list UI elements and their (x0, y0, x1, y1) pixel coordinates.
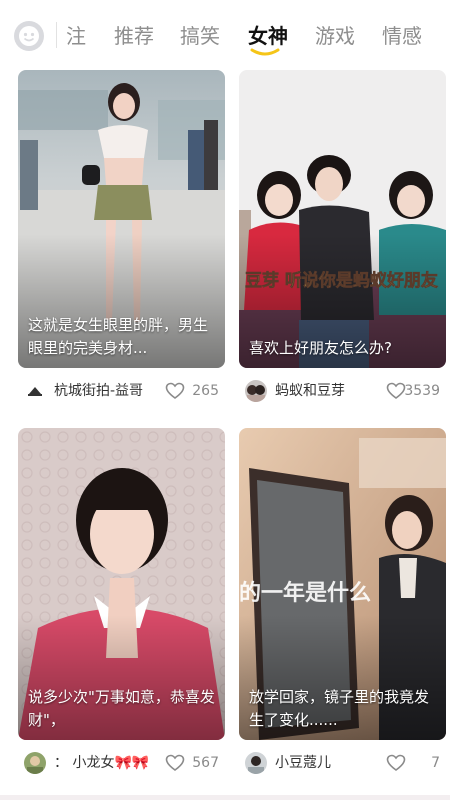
profile-avatar-button[interactable] (14, 21, 44, 51)
card-meta: 小豆蔻儿 7 (239, 750, 446, 776)
like-count: 3539 (404, 383, 440, 399)
next-row-peek (0, 795, 450, 800)
feed-card[interactable]: 的一年是什么 放学回家，镜子里的我竟发生了变化...... 小豆蔻儿 7 (239, 428, 446, 784)
card-caption: 喜欢上好朋友怎么办? (249, 339, 392, 357)
card-caption: 说多少次"万事如意，恭喜发财"， (28, 688, 215, 729)
heart-icon[interactable] (165, 753, 185, 773)
heart-icon[interactable] (165, 381, 185, 401)
tab-games[interactable]: 游戏 (315, 20, 355, 52)
face-icon (19, 26, 39, 46)
like-count: 7 (431, 755, 440, 771)
video-subtitle-overlay: 的一年是什么 (239, 580, 371, 606)
top-tab-bar: 注 推荐 搞笑 女神 游戏 情感 (0, 0, 450, 66)
tab-divider (56, 22, 57, 48)
author-avatar[interactable] (245, 752, 267, 774)
card-caption: 放学回家，镜子里的我竟发生了变化...... (249, 688, 430, 729)
author-name[interactable]: 小豆蔻儿 (275, 752, 331, 774)
tab-emotion[interactable]: 情感 (382, 20, 422, 52)
author-avatar[interactable] (24, 752, 46, 774)
author-avatar[interactable] (245, 380, 267, 402)
feed-card[interactable]: 豆芽 听说你是蚂蚁好朋友 喜欢上好朋友怎么办? 蚂蚁和豆芽 3539 (239, 70, 446, 410)
tab-recommend[interactable]: 推荐 (114, 20, 154, 52)
tab-follow[interactable]: 注 (66, 20, 86, 52)
card-meta: 杭城街拍-益哥 265 (18, 378, 225, 404)
card-meta: 蚂蚁和豆芽 3539 (239, 378, 446, 404)
tab-funny[interactable]: 搞笑 (180, 20, 220, 52)
feed-card[interactable]: 这就是女生眼里的胖，男生眼里的完美身材... 杭城街拍-益哥 265 (18, 70, 225, 410)
card-caption: 这就是女生眼里的胖，男生眼里的完美身材... (28, 316, 209, 357)
heart-icon[interactable] (386, 753, 406, 773)
video-subtitle-overlay: 豆芽 听说你是蚂蚁好朋友 (245, 270, 438, 291)
video-thumbnail[interactable]: 的一年是什么 放学回家，镜子里的我竟发生了变化...... (239, 428, 446, 740)
heart-icon[interactable] (386, 381, 406, 401)
video-thumbnail[interactable]: 说多少次"万事如意，恭喜发财"， (18, 428, 225, 740)
like-count: 265 (192, 383, 219, 399)
card-meta: ： 小龙女🎀🎀 567 (18, 750, 225, 776)
author-name[interactable]: 杭城街拍-益哥 (54, 380, 143, 402)
active-tab-indicator (250, 48, 280, 56)
author-name[interactable]: ： 小龙女🎀🎀 (54, 752, 149, 774)
feed-card[interactable]: 说多少次"万事如意，恭喜发财"， ： 小龙女🎀🎀 567 (18, 428, 225, 784)
video-thumbnail[interactable]: 豆芽 听说你是蚂蚁好朋友 喜欢上好朋友怎么办? (239, 70, 446, 368)
author-avatar[interactable] (24, 380, 46, 402)
author-name[interactable]: 蚂蚁和豆芽 (275, 380, 345, 402)
video-thumbnail[interactable]: 这就是女生眼里的胖，男生眼里的完美身材... (18, 70, 225, 368)
like-count: 567 (192, 755, 219, 771)
